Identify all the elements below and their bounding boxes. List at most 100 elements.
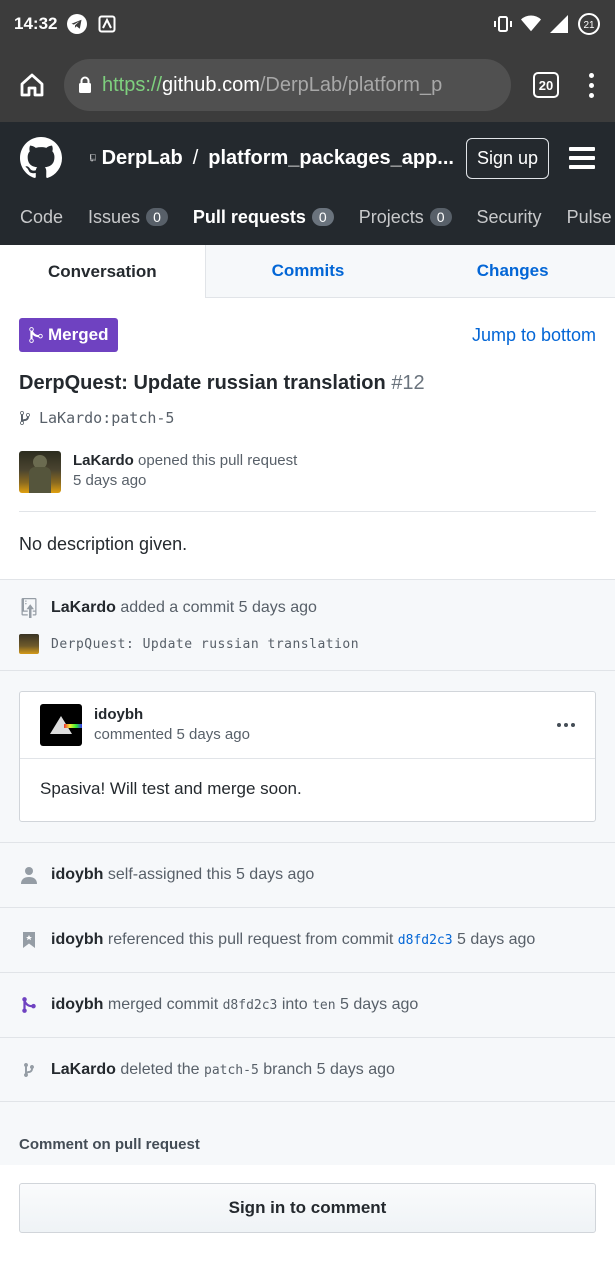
- commit-event-text: added a commit 5 days ago: [120, 599, 317, 616]
- home-icon: [20, 73, 44, 97]
- github-logo-icon[interactable]: [20, 137, 62, 179]
- branch-name[interactable]: LaKardo:patch-5: [39, 409, 174, 427]
- nav-issues[interactable]: Issues 0: [88, 207, 168, 228]
- nav-pulse-label: Pulse: [566, 206, 612, 227]
- url-host: github.com: [162, 73, 260, 96]
- repo-title: DerpLab / platform_packages_app...: [90, 147, 454, 170]
- comment-author[interactable]: idoybh: [94, 706, 143, 723]
- url-scheme: https://: [102, 73, 163, 96]
- opener-author[interactable]: LaKardo: [73, 452, 134, 469]
- self-assigned-text: self-assigned this 5 days ago: [107, 866, 315, 883]
- repo-name-link[interactable]: platform_packages_app...: [208, 147, 454, 170]
- tab-conversation[interactable]: Conversation: [0, 245, 206, 298]
- battery-icon: 21: [577, 13, 601, 35]
- deleted-branch-word: branch: [263, 1060, 313, 1078]
- repo-separator: /: [192, 146, 199, 169]
- referenced-time: 5 days ago: [457, 931, 536, 948]
- comment-on-heading: Comment on pull request: [0, 1102, 615, 1165]
- timeline-self-assigned: idoybh self-assigned this 5 days ago: [0, 843, 615, 908]
- merged-into-text: into: [281, 996, 308, 1013]
- self-assigned-author[interactable]: idoybh: [51, 866, 103, 883]
- repo-owner-link[interactable]: DerpLab: [102, 147, 183, 170]
- tab-switcher-button[interactable]: 20: [533, 72, 559, 98]
- branch-icon: [20, 411, 30, 425]
- referenced-commit-sha[interactable]: d8fd2c3: [398, 933, 453, 948]
- nav-security[interactable]: Security: [477, 207, 542, 228]
- nav-projects-label: Projects: [358, 206, 424, 227]
- pr-opener: LaKardo opened this pull request 5 days …: [19, 451, 596, 512]
- status-time: 14:32: [14, 14, 58, 33]
- nav-pull-requests-label: Pull requests: [192, 206, 306, 227]
- github-header: DerpLab / platform_packages_app... Sign …: [0, 122, 615, 245]
- deleted-text: deleted the: [120, 1060, 200, 1078]
- telegram-icon: [67, 14, 88, 34]
- merged-author[interactable]: idoybh: [51, 996, 103, 1013]
- timeline-merged: idoybh merged commit d8fd2c3 into ten 5 …: [0, 973, 615, 1038]
- avatar[interactable]: [19, 634, 39, 654]
- projects-counter: 0: [429, 208, 452, 226]
- nav-security-label: Security: [476, 206, 542, 227]
- tab-changes[interactable]: Changes: [410, 245, 615, 297]
- nav-code[interactable]: Code: [20, 207, 63, 228]
- avatar[interactable]: [19, 451, 61, 493]
- referenced-author[interactable]: idoybh: [51, 931, 103, 948]
- browser-menu-button[interactable]: [579, 65, 603, 105]
- merged-text: merged commit: [107, 996, 219, 1013]
- merged-time: 5 days ago: [340, 996, 419, 1013]
- pr-header: Merged Jump to bottom DerpQuest: Update …: [0, 298, 615, 512]
- merged-label: Merged: [48, 325, 109, 344]
- svg-text:21: 21: [583, 20, 595, 31]
- pr-number: #12: [391, 372, 425, 394]
- deleted-branch-name: patch-5: [204, 1062, 259, 1078]
- pr-tabs: Conversation Commits Changes: [0, 245, 615, 298]
- signin-area: Sign in to comment: [0, 1165, 615, 1233]
- deleted-time: 5 days ago: [316, 1060, 395, 1078]
- nav-code-label: Code: [20, 206, 64, 227]
- tab-commits[interactable]: Commits: [206, 245, 411, 297]
- sign-in-to-comment-button[interactable]: Sign in to comment: [19, 1183, 596, 1233]
- signal-icon: [549, 14, 569, 34]
- merged-commit-sha[interactable]: d8fd2c3: [223, 998, 278, 1013]
- timeline-branch-deleted: LaKardo deleted the patch-5 branch 5 day…: [0, 1038, 615, 1102]
- url-path: /DerpLab/platform_p: [259, 73, 443, 96]
- vibrate-icon: [493, 14, 513, 34]
- merge-icon: [19, 996, 39, 1014]
- pr-description: No description given.: [0, 512, 615, 580]
- nav-pulse[interactable]: Pulse: [567, 207, 612, 228]
- comment-options-icon[interactable]: [557, 723, 575, 727]
- nav-issues-label: Issues: [88, 206, 141, 227]
- pr-title-text: DerpQuest: Update russian translation: [19, 372, 386, 394]
- comment-body: Spasiva! Will test and merge soon.: [40, 779, 302, 798]
- lock-icon: [79, 76, 91, 93]
- opener-action: opened this pull request: [138, 452, 298, 469]
- avatar[interactable]: [40, 704, 82, 746]
- hamburger-menu-icon[interactable]: [569, 147, 595, 169]
- pr-title: DerpQuest: Update russian translation #1…: [19, 372, 596, 395]
- home-button[interactable]: [12, 65, 52, 105]
- commit-event-author[interactable]: LaKardo: [51, 599, 116, 616]
- merged-badge: Merged: [19, 318, 119, 352]
- referenced-text: referenced this pull request from commit: [107, 931, 394, 948]
- pr-branch: LaKardo:patch-5: [19, 409, 596, 427]
- jump-to-bottom-link[interactable]: Jump to bottom: [472, 325, 596, 346]
- pull-requests-counter: 0: [311, 208, 334, 226]
- url-bar[interactable]: https://github.com/DerpLab/platform_p: [64, 59, 511, 111]
- opener-text: LaKardo opened this pull request 5 days …: [73, 451, 297, 493]
- timeline: LaKardo added a commit 5 days ago DerpQu…: [0, 580, 615, 1165]
- wifi-icon: [521, 14, 541, 34]
- commit-message[interactable]: DerpQuest: Update russian translation: [51, 637, 359, 652]
- repo-nav: Code Issues 0 Pull requests 0 Projects 0 Se…: [20, 192, 612, 242]
- bookmark-icon: [19, 931, 39, 949]
- branch-icon: [19, 1062, 39, 1078]
- nav-projects[interactable]: Projects 0: [359, 207, 452, 228]
- repo-icon: [90, 154, 96, 162]
- browser-toolbar: https://github.com/DerpLab/platform_p 20: [0, 48, 615, 122]
- signup-button[interactable]: Sign up: [465, 137, 549, 179]
- merged-target-branch: ten: [312, 998, 336, 1013]
- nav-pull-requests[interactable]: Pull requests 0: [193, 207, 334, 228]
- deleted-author[interactable]: LaKardo: [51, 1061, 116, 1078]
- timeline-referenced: idoybh referenced this pull request from…: [0, 908, 615, 973]
- comment-box: idoybh commented 5 days ago Spasiva! Wil…: [19, 691, 596, 822]
- opener-time: 5 days ago: [73, 472, 147, 489]
- comment-meta: commented 5 days ago: [94, 726, 250, 743]
